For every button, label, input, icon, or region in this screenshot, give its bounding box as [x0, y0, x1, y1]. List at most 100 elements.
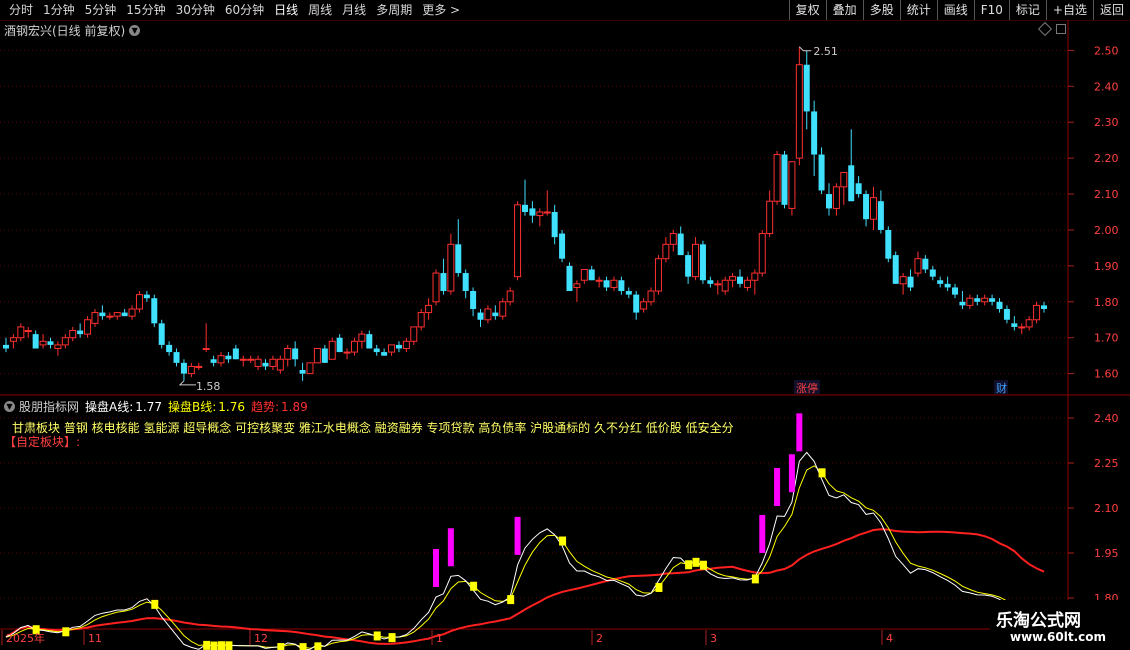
signal-square [470, 581, 478, 591]
time-label: 2025年 [6, 631, 45, 645]
candle-body [610, 279, 618, 288]
candle-body [343, 351, 351, 354]
signal-square [373, 631, 381, 641]
line-a [5, 451, 1045, 650]
signal-bar [774, 468, 781, 507]
candle-body [292, 348, 299, 360]
candle-body [128, 308, 136, 317]
line-b [5, 465, 1045, 649]
candle-body [217, 355, 225, 364]
trend-line [5, 528, 1045, 645]
candle-body [447, 243, 455, 292]
candle-body [328, 340, 336, 360]
candle-body [721, 279, 729, 292]
candle-body [595, 279, 603, 282]
candle-body [455, 244, 462, 274]
candle-body [803, 64, 810, 112]
candle-body [937, 280, 944, 284]
candle-body [832, 186, 840, 209]
signal-square [225, 641, 233, 650]
candle-body [151, 298, 158, 324]
chevron-down-icon[interactable]: ▼ [4, 401, 15, 412]
signal-square [699, 560, 707, 570]
time-label: 12 [254, 632, 268, 645]
signal-bar [796, 413, 803, 452]
candle-body [276, 358, 284, 371]
event-marker: 财 [996, 381, 1007, 395]
candle-body [952, 287, 959, 295]
candle-body [47, 341, 54, 345]
candle-body [470, 291, 477, 309]
candle-body [929, 269, 936, 277]
candle-body [99, 312, 106, 317]
candle-body [543, 211, 551, 214]
candle-body [121, 312, 128, 317]
candle-body [699, 244, 706, 281]
candle-body [69, 330, 77, 339]
candle-body [54, 344, 62, 349]
signal-square [692, 557, 700, 567]
candle-body [662, 243, 670, 260]
signal-square [559, 536, 567, 546]
candle-body [210, 359, 217, 363]
candle-body [981, 297, 989, 303]
concept-list: 甘肃板块 普钢 核电核能 氢能源 超导概念 可控核聚变 雅江水电概念 融资融券 … [12, 421, 734, 435]
candle-body [899, 276, 907, 285]
candle-body [766, 200, 774, 235]
candle-body [669, 233, 677, 245]
candle-body [232, 348, 239, 360]
candle-body [440, 273, 447, 292]
candle-body [113, 312, 121, 317]
candle-body [781, 154, 788, 205]
candle-body [402, 340, 410, 349]
candle-body [840, 171, 848, 188]
candle-body [32, 334, 39, 349]
candle-body [922, 258, 929, 270]
signal-bar [447, 528, 454, 567]
candle-body [877, 201, 884, 230]
indicator-tick-label: 1.95 [1094, 547, 1119, 560]
price-tick-label: 2.40 [1094, 80, 1119, 93]
candle-body [811, 111, 818, 155]
candle-body [529, 208, 536, 216]
time-label: 2 [596, 632, 603, 645]
candle-body [173, 352, 180, 363]
candle-body [914, 258, 922, 274]
signal-square [751, 574, 759, 584]
candle-body [551, 212, 558, 238]
signal-square [388, 633, 396, 643]
candle-body [506, 290, 514, 303]
candle-body [484, 308, 492, 321]
price-tick-label: 2.20 [1094, 152, 1119, 165]
signal-bar [514, 516, 521, 555]
candle-body [499, 301, 507, 317]
time-label: 11 [88, 632, 102, 645]
candle-body [514, 204, 522, 278]
candle-body [869, 197, 877, 220]
candle-body [321, 348, 328, 363]
price-tick-label: 2.10 [1094, 188, 1119, 201]
signal-square [299, 643, 307, 650]
candle-body [17, 326, 25, 339]
candle-body [795, 64, 803, 159]
price-tick-label: 2.00 [1094, 224, 1119, 237]
kline-chart[interactable]: 2.50 2.40 2.30 2.20 2.10 2.00 1.90 1.80 1.70 1.60… [0, 0, 1130, 650]
watermark-url: www.60lt.com [1010, 630, 1107, 644]
signal-square [685, 560, 693, 570]
signal-square [818, 468, 826, 478]
price-tick-label: 1.70 [1094, 332, 1119, 345]
candle-body [559, 233, 566, 259]
candle-body [685, 255, 692, 277]
candle-body [395, 344, 402, 349]
candle-body [336, 337, 343, 353]
candle-body [84, 319, 92, 335]
indicator-tick-label: 2.25 [1094, 457, 1119, 470]
candle-body [603, 280, 610, 288]
candle-body [996, 301, 1003, 309]
candle-body [618, 280, 625, 292]
candle-body [187, 365, 195, 375]
time-label: 4 [886, 632, 893, 645]
candle-body [907, 276, 914, 288]
signal-square [62, 627, 70, 637]
candle-body [625, 291, 632, 295]
